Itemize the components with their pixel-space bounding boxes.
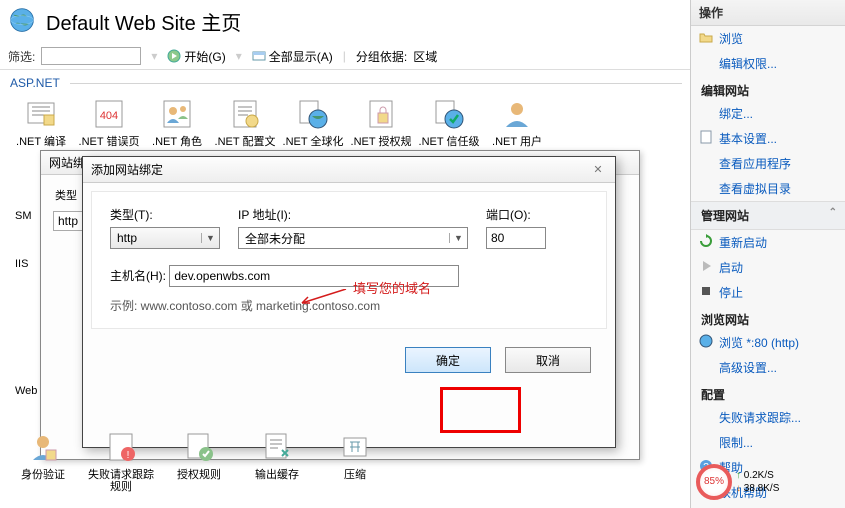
globe-icon (8, 6, 36, 37)
speed-gauge: 85% ↑ 0.2K/S ↓ 38.8K/S (696, 464, 779, 500)
ok-highlight-box (440, 387, 521, 433)
browse-link[interactable]: 浏览 (691, 26, 845, 51)
port-label: 端口(O): (486, 206, 546, 223)
aspnet-section-header: ASP.NET (0, 70, 690, 92)
chevron-down-icon: ▼ (201, 233, 219, 243)
arrow-icon (298, 289, 350, 305)
add-binding-dialog: 添加网站绑定 ✕ 类型(T): http ▼ IP 地址(I): (82, 156, 616, 448)
group-by-value[interactable]: 区域 (413, 48, 437, 65)
net-compile-icon[interactable]: .NET 编译 (10, 96, 72, 148)
up-arrow-icon: ↑ (736, 470, 741, 481)
basic-settings-link[interactable]: 基本设置... (691, 126, 845, 151)
ok-button[interactable]: 确定 (405, 347, 491, 373)
sm-label: SM (15, 210, 32, 222)
browse-site-group: 浏览网站 (691, 305, 845, 330)
svg-text:404: 404 (100, 110, 118, 122)
stop-icon (699, 284, 713, 298)
browse-80-link[interactable]: 浏览 *:80 (http) (691, 330, 845, 355)
stop-link[interactable]: 停止 (691, 280, 845, 305)
iis-label: IIS (15, 258, 28, 270)
filter-toolbar: 筛选: ▾ 开始(G) ▾ 全部显示(A) | 分组依据: 区域 (0, 43, 690, 70)
restart-icon (699, 234, 713, 248)
play-icon (699, 259, 713, 273)
close-icon[interactable]: ✕ (589, 162, 607, 178)
web-label: Web (15, 385, 37, 398)
binding-link[interactable]: 绑定... (691, 101, 845, 126)
ip-label: IP 地址(I): (238, 206, 468, 223)
ip-combo[interactable]: 全部未分配 ▼ (238, 227, 468, 249)
config-group: 配置 (691, 380, 845, 405)
chevron-down-icon: ▼ (449, 233, 467, 243)
net-auth-icon[interactable]: .NET 授权规 (350, 96, 412, 148)
globe-small-icon (699, 334, 713, 348)
net-global-icon[interactable]: .NET 全球化 (282, 96, 344, 148)
cancel-button[interactable]: 取消 (505, 347, 591, 373)
down-arrow-icon: ↓ (736, 483, 741, 494)
download-speed: 38.8K/S (744, 483, 780, 494)
edit-perm-link[interactable]: 编辑权限... (691, 51, 845, 76)
filter-label: 筛选: (8, 48, 35, 65)
page-title: Default Web Site 主页 (46, 7, 241, 36)
folder-open-icon (699, 30, 713, 44)
failed-tracing-link[interactable]: 失败请求跟踪... (691, 405, 845, 430)
actions-sidebar: 操作 浏览 编辑权限... 编辑网站 绑定... 基本设置... 查看应用程序 … (690, 0, 845, 508)
annotation-text: 填写您的域名 (353, 278, 431, 297)
advanced-link[interactable]: 高级设置... (691, 355, 845, 380)
chevron-down-icon[interactable]: ⌃ (829, 207, 837, 218)
gauge-circle: 85% (696, 464, 732, 500)
view-vdir-link[interactable]: 查看虚拟目录 (691, 176, 845, 201)
port-input[interactable] (486, 227, 546, 249)
start-link[interactable]: 开始(G) (167, 48, 225, 65)
group-by-label: 分组依据: (356, 48, 407, 65)
failed-request-icon[interactable]: !失败请求跟踪规则 (88, 429, 154, 493)
edit-site-group: 编辑网站 (691, 76, 845, 101)
actions-header: 操作 (691, 0, 845, 26)
type-combo[interactable]: http ▼ (110, 227, 220, 249)
aspnet-icon-grid: .NET 编译 404.NET 错误页 .NET 角色 .NET 配置文 .NE… (0, 92, 690, 152)
auth-icon[interactable]: 身份验证 (10, 429, 76, 493)
restart-link[interactable]: 重新启动 (691, 230, 845, 255)
show-all-link[interactable]: 全部显示(A) (252, 48, 333, 65)
upload-speed: 0.2K/S (744, 470, 774, 481)
compress-icon[interactable]: 压缩 (322, 429, 388, 493)
type-label: 类型(T): (110, 206, 220, 223)
manage-site-group: 管理网站⌃ (691, 201, 845, 230)
document-icon (699, 130, 713, 144)
start-link[interactable]: 启动 (691, 255, 845, 280)
limits-link[interactable]: 限制... (691, 430, 845, 455)
dialog-title: 添加网站绑定 (91, 161, 163, 178)
net-roles-icon[interactable]: .NET 角色 (146, 96, 208, 148)
view-apps-link[interactable]: 查看应用程序 (691, 151, 845, 176)
output-cache-icon[interactable]: 输出缓存 (244, 429, 310, 493)
svg-text:!: ! (127, 450, 130, 461)
authz-rules-icon[interactable]: 授权规则 (166, 429, 232, 493)
net-trust-icon[interactable]: .NET 信任级 (418, 96, 480, 148)
host-label: 主机名(H): (110, 269, 166, 283)
net-errorpage-icon[interactable]: 404.NET 错误页 (78, 96, 140, 148)
filter-input[interactable] (41, 47, 141, 65)
net-profile-icon[interactable]: .NET 配置文 (214, 96, 276, 148)
net-users-icon[interactable]: .NET 用户 (486, 96, 548, 148)
